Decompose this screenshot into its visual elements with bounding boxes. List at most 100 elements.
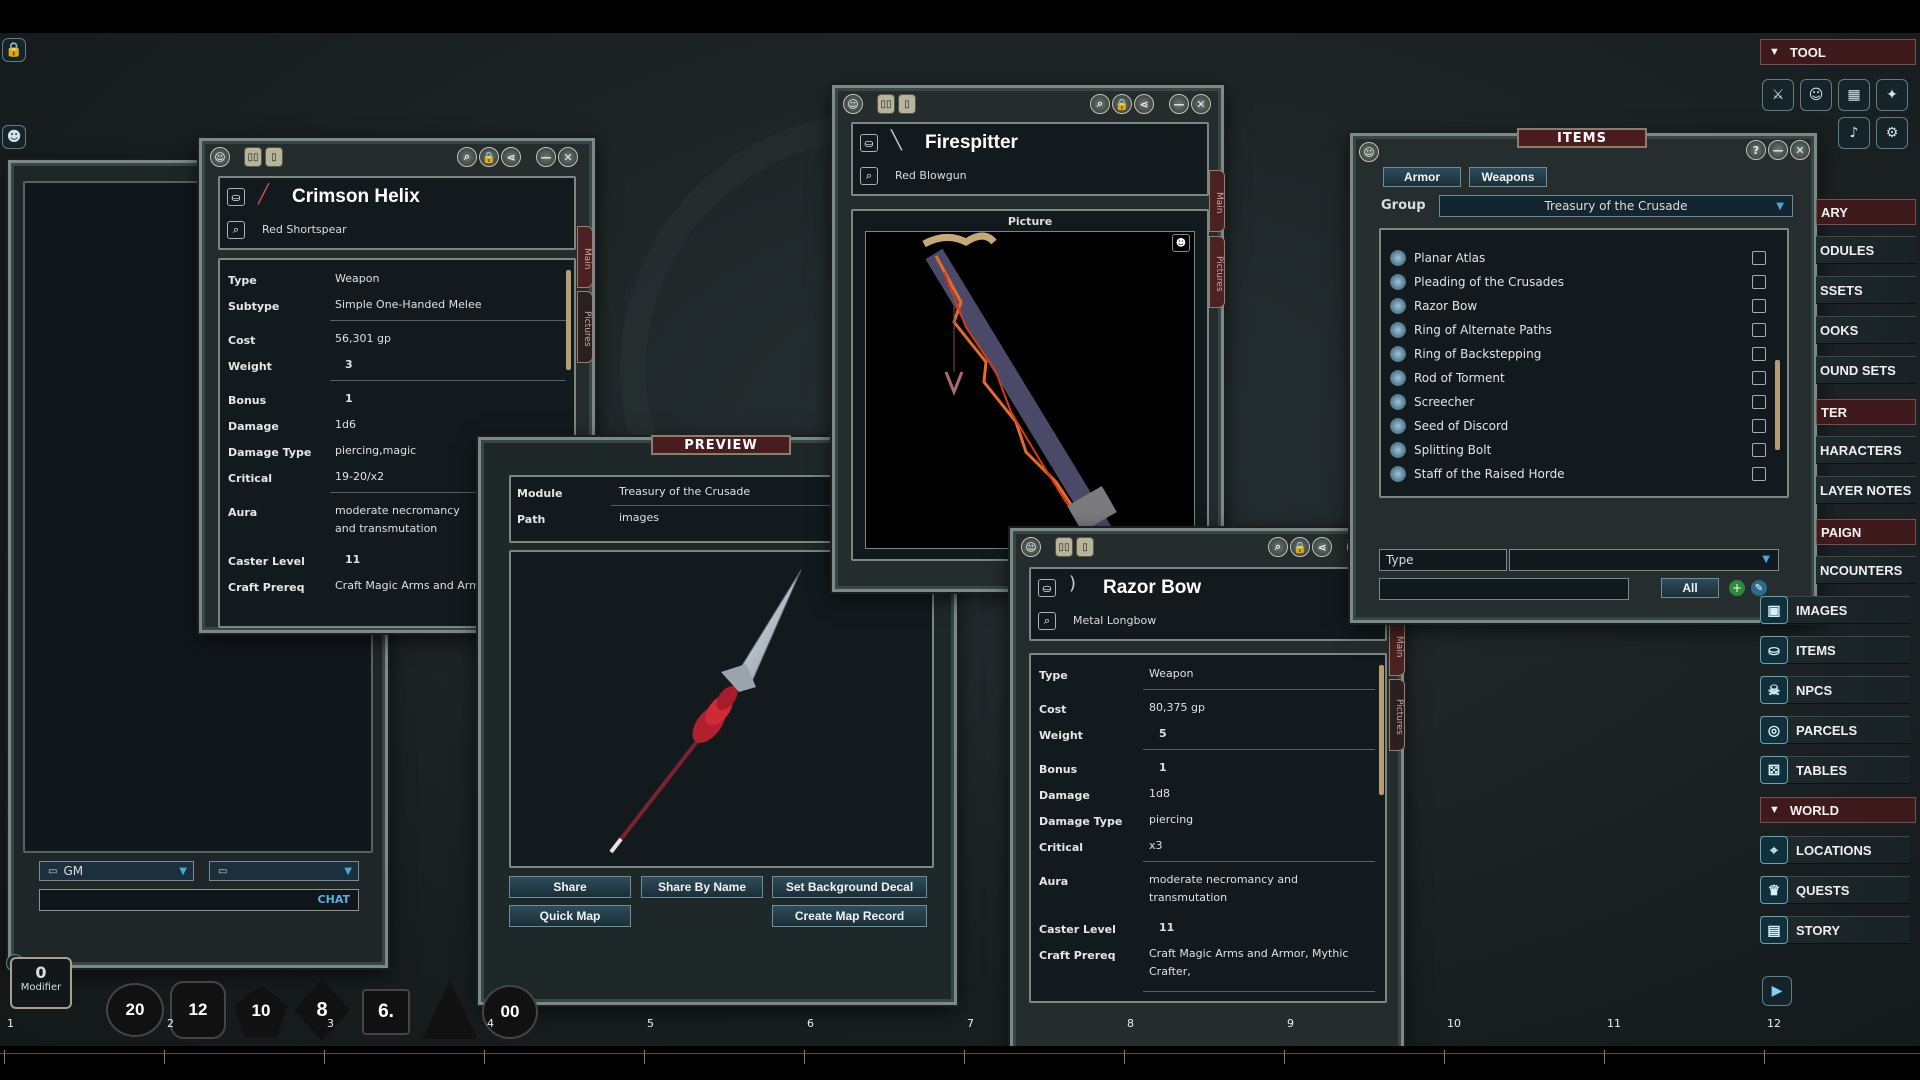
tab-main[interactable]: Main [1209,170,1225,232]
minimize-icon[interactable]: — [1768,140,1788,160]
gear-icon[interactable]: ⚙ [1876,117,1908,149]
link-icon[interactable] [1752,467,1766,481]
hotkey-slot[interactable] [804,1050,805,1064]
sidebar-item-quests[interactable]: ♛ QUESTS [1760,876,1910,904]
link-icon[interactable] [1752,443,1766,457]
field-value[interactable]: Craft Magic Arms and Armor, Mythic Craft… [1149,945,1359,981]
tab-pictures[interactable]: Pictures [1389,679,1405,751]
hotkey-slot[interactable] [644,1050,645,1064]
field-value[interactable]: 1d6 [335,416,356,434]
chat-mode-select[interactable]: ▭ ▼ [209,861,359,881]
list-item[interactable]: Ring of Backstepping [1384,342,1774,366]
sidebar-item-npcs[interactable]: ☠ NPCS [1760,676,1910,704]
sidebar-item-locations[interactable]: ⌖ LOCATIONS [1760,836,1910,864]
list-item[interactable]: Staff of the Raised Horde [1384,462,1774,486]
field-value[interactable]: x3 [1149,837,1163,855]
list-item[interactable]: Seed of Discord [1384,414,1774,438]
field-value[interactable]: piercing [1149,811,1193,829]
scrollbar[interactable] [566,270,571,370]
all-button[interactable]: All [1661,578,1719,598]
sidebar-item-encounters[interactable]: NCOUNTERS [1816,556,1916,584]
set-background-decal-button[interactable]: Set Background Decal [772,876,927,898]
d20-die[interactable]: 20 [106,983,164,1037]
campaign-header[interactable]: PAIGN [1816,519,1916,545]
list-item[interactable]: Pleading of the Crusades [1384,270,1774,294]
world-header[interactable]: ▼ WORLD [1760,797,1916,823]
sidebar-item-characters[interactable]: HARACTERS [1816,436,1916,464]
item-icon[interactable]: ⛀ [860,134,878,152]
field-value[interactable]: moderate necromancy and transmutation [335,502,475,538]
item-title[interactable]: Crimson Helix [292,186,420,208]
help-icon[interactable]: ? [1746,140,1766,160]
item-icon[interactable]: ⛀ [1038,579,1056,597]
chat-send-label[interactable]: CHAT [318,893,350,906]
hotkey-slot[interactable] [1284,1050,1285,1064]
field-value[interactable]: Craft Magic Arms and Armor [335,577,491,595]
item-subtitle[interactable]: Red Blowgun [895,169,967,182]
tool-header[interactable]: ▼ TOOL [1760,39,1916,65]
lock-icon[interactable]: 🔒 [1112,94,1132,114]
share-icon[interactable]: ⋖ [1312,537,1332,557]
zoom-icon[interactable]: ⌕ [1090,94,1110,114]
group-select[interactable]: Treasury of the Crusade ▼ [1439,195,1793,217]
d8-die[interactable]: 8 [294,979,350,1041]
sidebar-item-player-notes[interactable]: LAYER NOTES [1816,476,1916,504]
zoom-icon[interactable]: ⌕ [457,147,477,167]
link-icon[interactable] [1752,395,1766,409]
sidebar-item-images[interactable]: ▣ IMAGES [1760,596,1910,624]
field-value[interactable]: 56,301 gp [335,330,391,348]
hotkey-slot[interactable] [4,1050,5,1064]
chat-identity-select[interactable]: ▭ GM ▼ [39,861,194,881]
effects-icon[interactable]: ✦ [1876,79,1908,111]
share-icon[interactable]: ⋖ [501,147,521,167]
character-icon[interactable]: ☺ [1359,142,1379,162]
field-value[interactable]: 5 [1159,725,1167,743]
item-subtitle[interactable]: Metal Longbow [1073,614,1156,627]
character-icon[interactable]: ☺ [843,94,863,114]
field-value[interactable]: 1 [1159,759,1167,777]
item-title[interactable]: Razor Bow [1103,577,1201,599]
field-value[interactable]: 1 [345,390,353,408]
field-value[interactable]: 11 [1159,919,1174,937]
magnify-icon[interactable]: ⌕ [1038,612,1056,630]
sidebar-item-story[interactable]: ▤ STORY [1760,916,1910,944]
sidebar-item-modules[interactable]: ODULES [1816,236,1916,264]
sidebar-item-tables[interactable]: ⚄ TABLES [1760,756,1910,784]
hotkey-slot[interactable] [1604,1050,1605,1064]
close-icon[interactable]: ✕ [1790,140,1810,160]
hotkey-slot[interactable] [1764,1050,1765,1064]
field-value[interactable]: 19-20/x2 [335,468,384,486]
link-icon[interactable] [1752,347,1766,361]
d10-die[interactable]: 10 [234,985,288,1037]
player-share-icon[interactable]: ☻ [1172,234,1190,252]
sidebar-item-assets[interactable]: SSETS [1816,276,1916,304]
zoom-icon[interactable]: ⌕ [1268,537,1288,557]
field-value[interactable]: moderate necromancy and transmutation [1149,871,1319,907]
hotkey-slot[interactable] [964,1050,965,1064]
field-value[interactable]: 80,375 gp [1149,699,1205,717]
share-icon[interactable]: ⋖ [1134,94,1154,114]
book-icon[interactable]: ▯▯ [244,147,262,167]
share-button[interactable]: Share [509,876,631,898]
modifier-box[interactable]: 0 Modifier [10,957,72,1009]
field-value[interactable]: Simple One-Handed Melee [335,296,482,314]
sidebar-item-books[interactable]: OOKS [1816,316,1916,344]
field-value[interactable]: Weapon [1149,665,1193,683]
book-icon[interactable]: ▯▯ [1055,537,1073,557]
type-filter-select[interactable]: ▼ [1509,549,1779,571]
calendar-icon[interactable]: ▦ [1838,79,1870,111]
sidebar-item-items[interactable]: ⛀ ITEMS [1760,636,1910,664]
link-icon[interactable] [1752,419,1766,433]
hotkey-slot[interactable] [1444,1050,1445,1064]
list-item[interactable]: Splitting Bolt [1384,438,1774,462]
filter-weapons-button[interactable]: Weapons [1469,167,1547,187]
create-map-record-button[interactable]: Create Map Record [772,905,927,927]
filter-armor-button[interactable]: Armor [1383,167,1461,187]
list-item[interactable]: Razor Bow [1384,294,1774,318]
list-item[interactable]: Ring of Alternate Paths [1384,318,1774,342]
lock-icon[interactable]: 🔒 [479,147,499,167]
tab-main[interactable]: Main [1389,614,1405,676]
lock-icon[interactable]: 🔒 [2,38,26,62]
item-title[interactable]: Firespitter [925,132,1018,154]
book-icon[interactable]: ▯▯ [877,94,895,114]
